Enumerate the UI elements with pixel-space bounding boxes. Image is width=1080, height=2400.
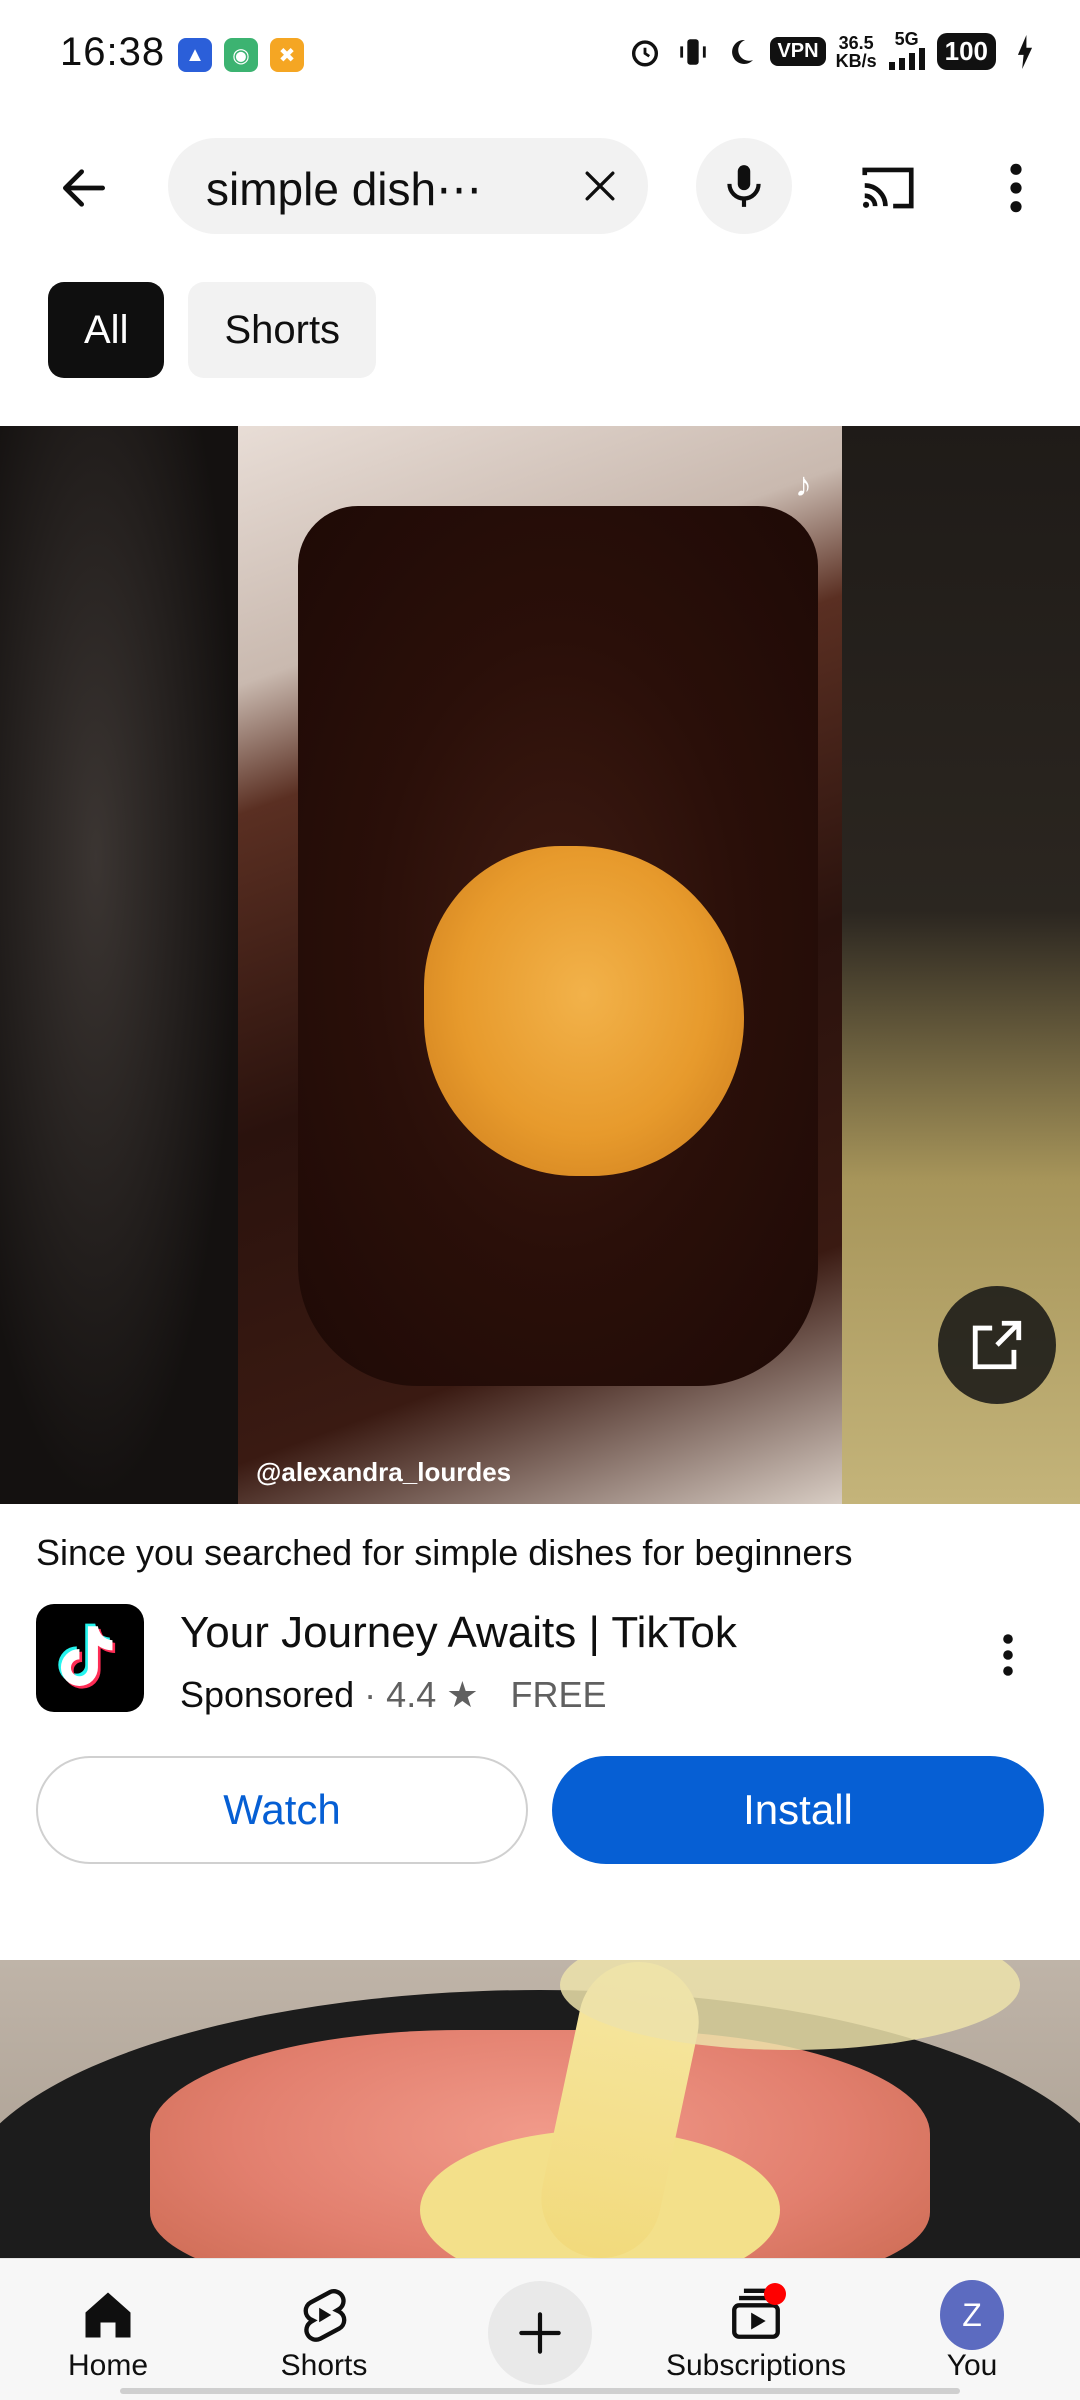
filter-chips: All Shorts [48, 282, 377, 378]
chip-all[interactable]: All [48, 282, 165, 378]
status-indicators: VPN 36.5 KB/s 5G 100 [626, 30, 1044, 73]
video-watermark: @alexandra_lourdes [256, 1457, 512, 1487]
open-external-icon [972, 1320, 1022, 1370]
notification-app-icon: ▲ [178, 38, 212, 72]
watch-button[interactable]: Watch [36, 1756, 528, 1864]
create-icon [488, 2281, 592, 2385]
cast-button[interactable] [844, 144, 932, 232]
charging-icon [1006, 33, 1044, 71]
video-background-left [0, 426, 240, 1504]
nav-shorts[interactable]: Shorts [216, 2259, 432, 2400]
more-vert-icon [1003, 1634, 1013, 1676]
more-vert-icon [1010, 163, 1022, 213]
ad-video-frame: ♪ @alexandra_lourdes [238, 426, 842, 1504]
app-price: FREE [510, 1674, 607, 1715]
status-app-icons: ▲ ◉ ✖ [178, 38, 304, 72]
tiktok-watermark-icon: ♪ [795, 466, 812, 504]
do-not-disturb-moon-icon [722, 33, 760, 71]
nav-create[interactable] [432, 2259, 648, 2400]
avatar-letter: Z [940, 2280, 1004, 2350]
mic-icon [727, 165, 761, 207]
nav-subscriptions-label: Subscriptions [665, 2349, 847, 2382]
ad-title: Your Journey Awaits | TikTok [180, 1608, 737, 1657]
voice-search-button[interactable] [696, 138, 792, 234]
cast-icon [862, 167, 914, 209]
nav-you-label: You [946, 2349, 998, 2382]
ad-meta: Sponsored · 4.4 ★ FREE [180, 1674, 607, 1716]
video-thumbnail[interactable] [0, 1960, 1080, 2260]
meta-separator: · [364, 1674, 377, 1715]
nav-subscriptions[interactable]: Subscriptions [648, 2259, 864, 2400]
chip-shorts[interactable]: Shorts [188, 282, 377, 378]
alarm-icon [626, 33, 664, 71]
open-external-button[interactable] [938, 1286, 1056, 1404]
avatar: Z [940, 2280, 1004, 2350]
more-options-button[interactable] [976, 144, 1056, 232]
subscriptions-icon [724, 2283, 788, 2347]
app-rating: 4.4 [386, 1674, 437, 1715]
battery-indicator: 100 [936, 33, 996, 70]
bottom-navigation: Home Shorts Subscriptions Z You [0, 2258, 1080, 2400]
install-button[interactable]: Install [552, 1756, 1044, 1864]
gesture-bar [120, 2388, 960, 2394]
ad-info-row[interactable]: Your Journey Awaits | TikTok Sponsored ·… [36, 1600, 1046, 1720]
search-query[interactable]: simple dish⋯ [206, 162, 482, 216]
notification-app-icon: ◉ [224, 38, 258, 72]
search-field[interactable]: simple dish⋯ [168, 138, 648, 234]
signal-indicator: 5G [887, 30, 927, 73]
vibrate-icon [674, 33, 712, 71]
tiktok-logo-icon [36, 1604, 144, 1712]
shorts-icon [292, 2283, 356, 2347]
ad-video-player[interactable]: ♪ @alexandra_lourdes [0, 426, 1080, 1504]
sponsored-label: Sponsored [180, 1674, 355, 1715]
notification-dot [764, 2283, 786, 2305]
clear-search-button[interactable] [570, 156, 630, 216]
nav-shorts-label: Shorts [280, 2349, 368, 2382]
ad-search-context: Since you searched for simple dishes for… [36, 1532, 853, 1573]
notification-app-icon: ✖ [270, 38, 304, 72]
back-arrow-icon [62, 169, 105, 207]
nav-you[interactable]: Z You [864, 2259, 1080, 2400]
network-speed: 36.5 KB/s [835, 32, 877, 71]
status-time: 16:38 [60, 30, 166, 74]
nav-home[interactable]: Home [0, 2259, 216, 2400]
back-button[interactable] [40, 144, 128, 232]
search-header: simple dish⋯ [0, 130, 1080, 240]
clear-icon [585, 171, 615, 201]
nav-home-label: Home [67, 2349, 149, 2382]
vpn-badge: VPN [770, 37, 826, 66]
home-icon [76, 2283, 140, 2347]
status-bar: 16:38 ▲ ◉ ✖ VPN 36.5 KB/s 5G 100 [0, 0, 1080, 110]
star-icon: ★ [446, 1674, 479, 1715]
ad-more-button[interactable] [988, 1620, 1028, 1690]
